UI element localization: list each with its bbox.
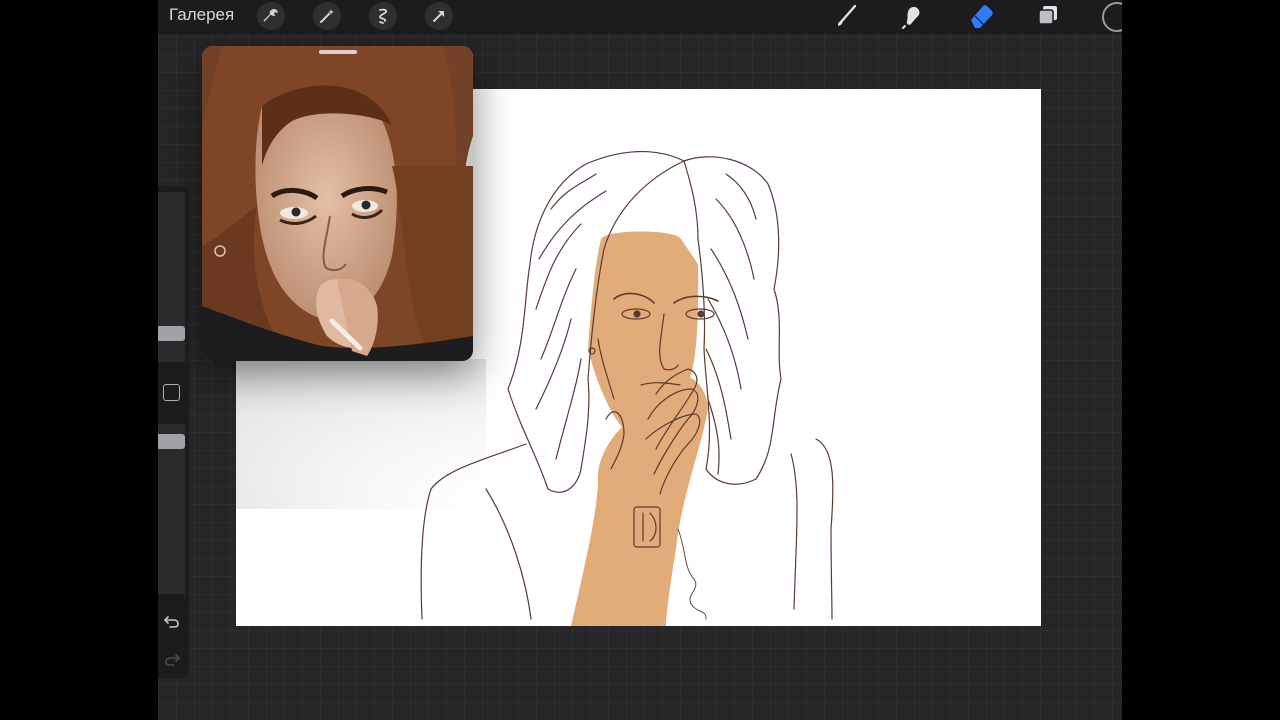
redo-button[interactable] — [162, 650, 182, 670]
reference-photo — [202, 46, 473, 361]
color-picker-button[interactable] — [1102, 2, 1122, 32]
redo-icon — [165, 654, 180, 666]
brush-size-handle[interactable] — [158, 326, 185, 341]
actions-button[interactable] — [257, 2, 285, 30]
hand-skin — [571, 374, 708, 626]
layers-button[interactable] — [1033, 1, 1063, 31]
reference-drag-handle[interactable] — [319, 50, 357, 54]
opacity-slider[interactable] — [158, 424, 185, 594]
reference-image-window[interactable] — [202, 46, 473, 361]
brush-size-slider[interactable] — [158, 192, 185, 362]
magic-wand-icon — [320, 9, 334, 23]
selection-icon — [379, 8, 388, 24]
top-toolbar: Галерея — [158, 0, 1122, 34]
transform-arrow-icon — [433, 11, 444, 22]
modify-button[interactable] — [163, 384, 180, 401]
selection-button[interactable] — [369, 2, 397, 30]
transform-button[interactable] — [425, 2, 453, 30]
eraser-icon — [971, 5, 993, 28]
adjustments-button[interactable] — [313, 2, 341, 30]
smudge-icon — [902, 6, 920, 29]
brush-icon — [838, 4, 857, 26]
opacity-handle[interactable] — [158, 434, 185, 449]
layers-icon — [1038, 6, 1057, 25]
left-sidebar — [158, 186, 189, 678]
brush-button[interactable] — [832, 1, 862, 31]
wrench-icon — [263, 9, 278, 22]
undo-icon — [164, 616, 179, 628]
undo-button[interactable] — [162, 612, 182, 632]
procreate-screen: Галерея — [158, 0, 1122, 720]
smudge-button[interactable] — [898, 1, 928, 31]
eraser-button[interactable] — [966, 1, 996, 31]
gallery-button[interactable]: Галерея — [169, 5, 234, 25]
